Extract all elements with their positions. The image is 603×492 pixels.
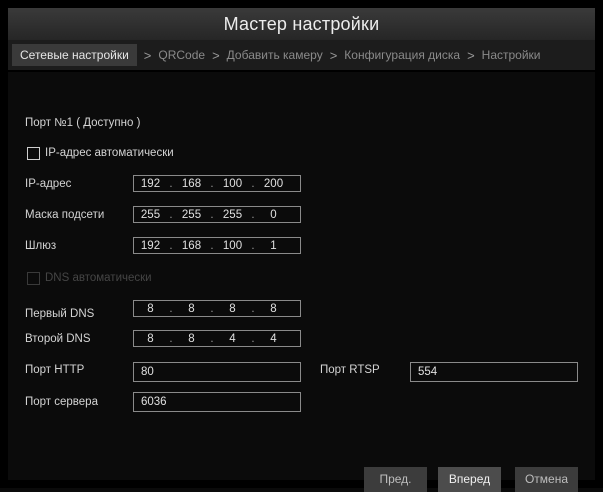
cancel-button[interactable]: Отмена — [515, 467, 578, 492]
octet-dot: . — [169, 208, 173, 221]
mask-octet-2[interactable]: 255 — [175, 209, 208, 221]
step-separator: > — [329, 47, 338, 63]
http-port-label: Порт HTTP — [25, 364, 85, 376]
rtsp-port-input[interactable]: 554 — [410, 362, 578, 382]
dns2-octet-1[interactable]: 8 — [134, 333, 167, 345]
dhcp-label: IP-адрес автоматически — [45, 147, 174, 159]
step-settings[interactable]: Настройки — [482, 48, 541, 62]
dns1-octet-1[interactable]: 8 — [134, 303, 167, 315]
gateway-octet-4[interactable]: 1 — [257, 240, 290, 252]
ip-octet-3[interactable]: 100 — [216, 178, 249, 190]
dns2-octet-2[interactable]: 8 — [175, 333, 208, 345]
step-disk-config[interactable]: Конфигурация диска — [344, 48, 460, 62]
octet-dot: . — [210, 332, 214, 345]
subnet-mask-field[interactable]: 255. 255. 255. 0 — [133, 206, 301, 223]
dns-auto-label: DNS автоматически — [45, 272, 152, 284]
ip-octet-4[interactable]: 200 — [257, 178, 290, 190]
server-port-label: Порт сервера — [25, 396, 98, 408]
mask-octet-1[interactable]: 255 — [134, 209, 167, 221]
octet-dot: . — [169, 332, 173, 345]
wizard-window: Мастер настройки Сетевые настройки > QRC… — [0, 0, 603, 492]
gateway-field[interactable]: 192. 168. 100. 1 — [133, 237, 301, 254]
primary-dns-label: Первый DNS — [25, 308, 95, 320]
octet-dot: . — [210, 177, 214, 190]
dns2-octet-3[interactable]: 4 — [216, 333, 249, 345]
dns1-octet-3[interactable]: 8 — [216, 303, 249, 315]
step-network-settings[interactable]: Сетевые настройки — [12, 44, 137, 66]
ip-address-field[interactable]: 192. 168. 100. 200 — [133, 175, 301, 192]
gateway-octet-1[interactable]: 192 — [134, 240, 167, 252]
octet-dot: . — [210, 302, 214, 315]
primary-dns-field[interactable]: 8. 8. 8. 8 — [133, 300, 301, 317]
gateway-octet-3[interactable]: 100 — [216, 240, 249, 252]
step-separator: > — [143, 47, 152, 63]
dns2-octet-4[interactable]: 4 — [257, 333, 290, 345]
rtsp-port-label: Порт RTSP — [320, 364, 380, 376]
secondary-dns-field[interactable]: 8. 8. 4. 4 — [133, 330, 301, 347]
prev-button[interactable]: Пред. — [364, 467, 427, 492]
server-port-input[interactable]: 6036 — [133, 392, 301, 412]
octet-dot: . — [210, 239, 214, 252]
gateway-label: Шлюз — [25, 240, 57, 252]
octet-dot: . — [251, 208, 255, 221]
octet-dot: . — [251, 239, 255, 252]
octet-dot: . — [169, 239, 173, 252]
ip-octet-2[interactable]: 168 — [175, 178, 208, 190]
window-title: Мастер настройки — [223, 13, 380, 34]
octet-dot: . — [169, 302, 173, 315]
octet-dot: . — [210, 208, 214, 221]
step-qrcode[interactable]: QRCode — [158, 48, 205, 62]
next-button[interactable]: Вперед — [438, 467, 501, 492]
step-breadcrumb: Сетевые настройки > QRCode > Добавить ка… — [8, 40, 595, 70]
ip-octet-1[interactable]: 192 — [134, 178, 167, 190]
dns1-octet-4[interactable]: 8 — [257, 303, 290, 315]
octet-dot: . — [169, 177, 173, 190]
mask-octet-4[interactable]: 0 — [257, 209, 290, 221]
network-settings-panel: Порт №1 ( Доступно ) IP-адрес автоматиче… — [8, 72, 595, 492]
octet-dot: . — [251, 302, 255, 315]
dns-auto-checkbox[interactable] — [27, 272, 40, 285]
title-bar: Мастер настройки — [8, 8, 595, 41]
step-separator: > — [467, 47, 475, 63]
step-separator: > — [212, 47, 220, 63]
http-port-input[interactable]: 80 — [133, 362, 301, 382]
mask-octet-3[interactable]: 255 — [216, 209, 249, 221]
dhcp-checkbox[interactable] — [27, 147, 40, 160]
ip-address-label: IP-адрес — [25, 178, 72, 190]
gateway-octet-2[interactable]: 168 — [175, 240, 208, 252]
port-status-label: Порт №1 ( Доступно ) — [25, 117, 141, 129]
octet-dot: . — [251, 177, 255, 190]
octet-dot: . — [251, 332, 255, 345]
subnet-mask-label: Маска подсети — [25, 209, 105, 221]
secondary-dns-label: Второй DNS — [25, 333, 91, 345]
step-add-camera[interactable]: Добавить камеру — [227, 48, 323, 62]
dns1-octet-2[interactable]: 8 — [175, 303, 208, 315]
